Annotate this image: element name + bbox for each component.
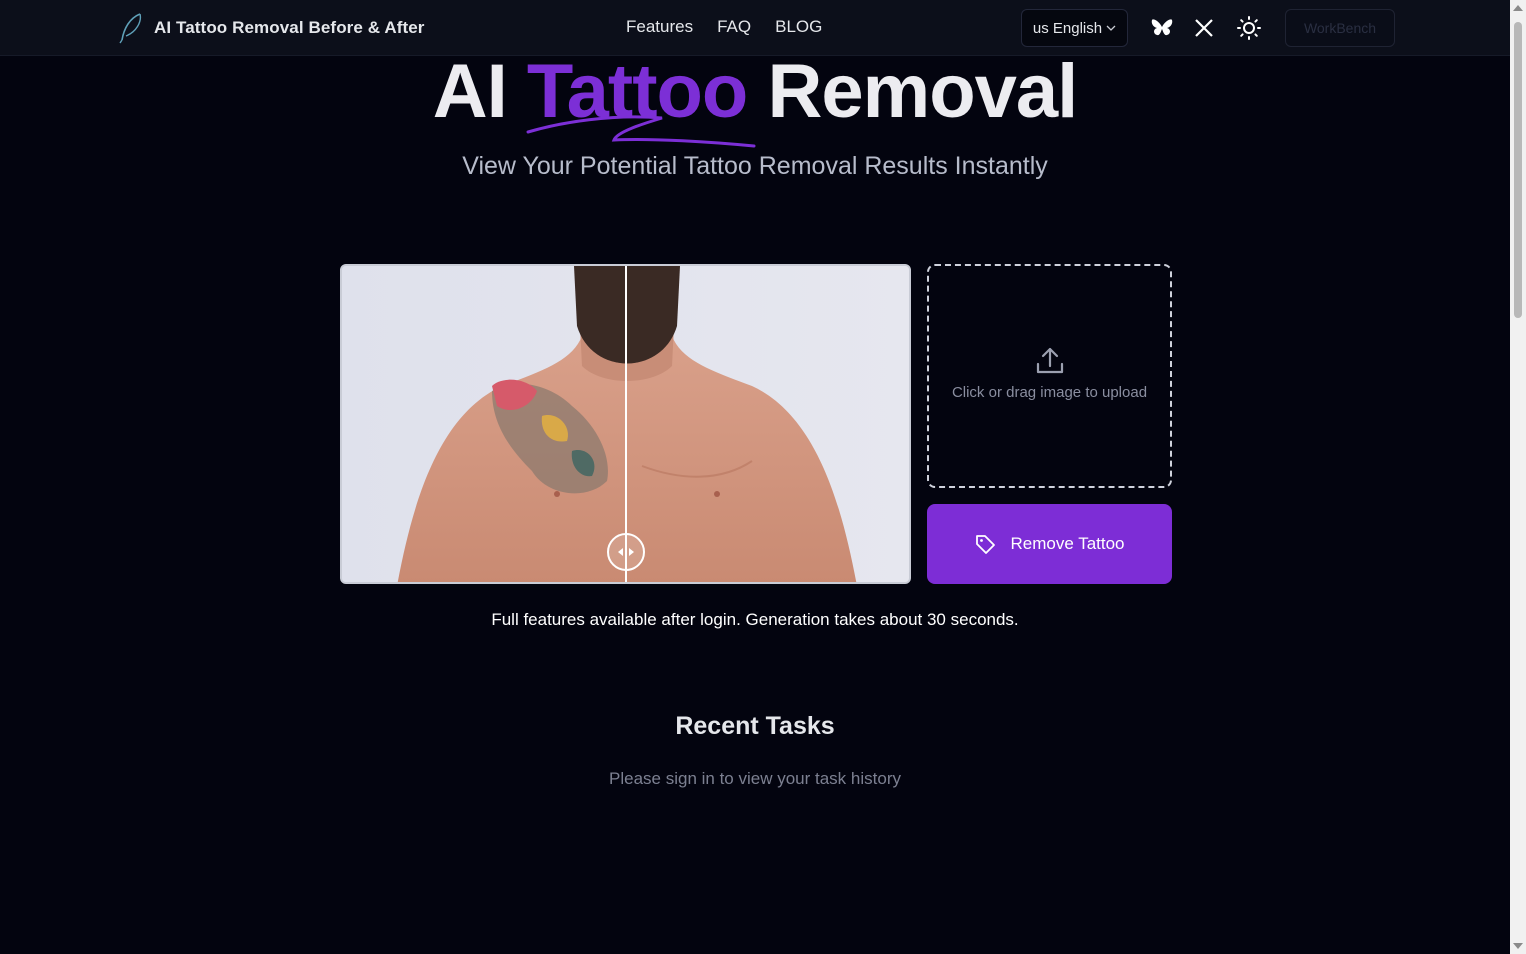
comparison-drag-handle[interactable] — [607, 533, 645, 571]
nav-features[interactable]: Features — [626, 17, 693, 37]
title-scribble-underline — [526, 115, 756, 148]
remove-tattoo-label: Remove Tattoo — [1010, 534, 1125, 553]
hero-subtitle: View Your Potential Tattoo Removal Resul… — [462, 152, 1048, 180]
before-after-comparison[interactable] — [340, 264, 911, 584]
chevron-down-icon — [1106, 25, 1116, 31]
language-label: us English — [1032, 19, 1103, 37]
recent-tasks-empty-message: Please sign in to view your task history — [609, 769, 901, 788]
scroll-down-arrow-icon[interactable] — [1513, 943, 1523, 949]
login-info-text: Full features available after login. Gen… — [491, 610, 1019, 629]
arrow-right-icon — [629, 548, 634, 556]
tag-icon — [976, 535, 996, 554]
title-part-removal: Removal — [767, 49, 1078, 134]
recent-tasks-heading: Recent Tasks — [675, 712, 835, 740]
language-selector[interactable]: us English — [1021, 9, 1128, 47]
upload-dropzone[interactable]: Click or drag image to upload — [927, 264, 1172, 488]
brand-title: AI Tattoo Removal Before & After — [154, 18, 425, 37]
workbench-button[interactable]: WorkBench — [1285, 9, 1395, 47]
upload-label: Click or drag image to upload — [951, 383, 1148, 401]
feather-logo-icon — [119, 13, 142, 44]
scroll-up-arrow-icon[interactable] — [1513, 5, 1523, 11]
nav-blog[interactable]: BLOG — [775, 17, 822, 37]
arrow-left-icon — [618, 548, 623, 556]
brand-link[interactable]: AI Tattoo Removal Before & After — [118, 12, 425, 44]
butterfly-icon[interactable] — [1150, 16, 1174, 40]
page-scrollbar[interactable] — [1510, 0, 1526, 954]
top-nav-bar: AI Tattoo Removal Before & After Feature… — [0, 0, 1510, 56]
scroll-thumb[interactable] — [1514, 22, 1522, 318]
nav-faq[interactable]: FAQ — [717, 17, 751, 37]
sun-icon[interactable] — [1237, 16, 1261, 40]
remove-tattoo-button[interactable]: Remove Tattoo — [927, 504, 1172, 584]
upload-icon — [1036, 347, 1063, 373]
x-icon[interactable] — [1192, 16, 1216, 40]
main-nav: Features FAQ BLOG — [626, 17, 822, 37]
title-part-ai: AI — [432, 49, 508, 134]
